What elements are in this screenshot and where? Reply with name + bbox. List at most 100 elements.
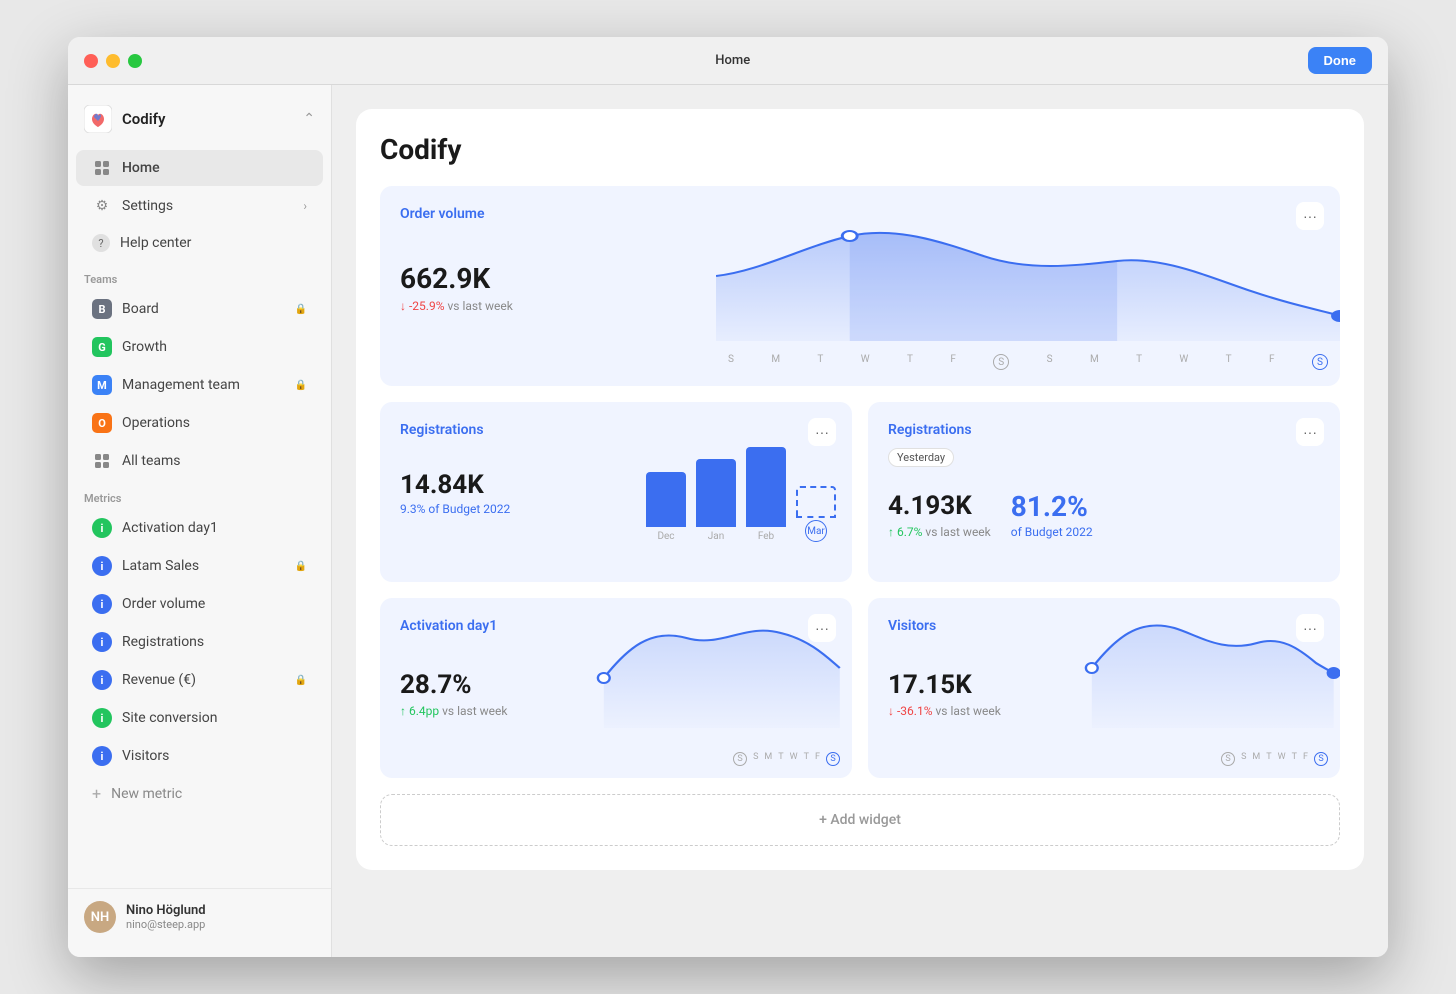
yesterday-tag: Yesterday bbox=[888, 448, 954, 467]
sidebar-item-settings[interactable]: ⚙ Settings › bbox=[76, 188, 323, 224]
sidebar-settings-label: Settings bbox=[122, 198, 303, 214]
user-profile[interactable]: NH Nino Höglund nino@steep.app bbox=[68, 888, 331, 945]
brand-name: Codify bbox=[122, 110, 303, 128]
widgets-grid: Order volume 662.9K ↓ -25.9% vs last wee… bbox=[380, 186, 1340, 846]
user-avatar: NH bbox=[84, 901, 116, 933]
site-conversion-metric-label: Site conversion bbox=[122, 710, 307, 726]
management-team-icon: M bbox=[92, 375, 112, 395]
metrics-section-header: Metrics bbox=[68, 480, 331, 509]
brand-selector[interactable]: Codify ⌃ bbox=[68, 97, 331, 141]
activation-widget: Activation day1 28.7% ↑ 6.4pp vs last we… bbox=[380, 598, 852, 778]
sidebar-metric-visitors[interactable]: i Visitors bbox=[76, 738, 323, 774]
management-team-label: Management team bbox=[122, 377, 291, 393]
page-title: Codify bbox=[380, 133, 1340, 166]
registrations-yesterday-title: Registrations bbox=[888, 422, 1320, 438]
sidebar-item-operations[interactable]: O Operations bbox=[76, 405, 323, 441]
sidebar-metric-site-conversion[interactable]: i Site conversion bbox=[76, 700, 323, 736]
settings-arrow-icon: › bbox=[303, 199, 307, 213]
bar-mar: Mar bbox=[796, 486, 836, 542]
sidebar: Codify ⌃ Home ⚙ Settings › bbox=[68, 85, 332, 957]
home-icon bbox=[92, 158, 112, 178]
minimize-button[interactable] bbox=[106, 54, 120, 68]
help-icon: ? bbox=[92, 234, 110, 252]
bar-dec: Dec bbox=[646, 472, 686, 542]
brand-logo bbox=[84, 105, 112, 133]
sidebar-metric-registrations[interactable]: i Registrations bbox=[76, 624, 323, 660]
visitors-metric-icon: i bbox=[92, 746, 112, 766]
brand-chevron-icon: ⌃ bbox=[303, 111, 315, 127]
revenue-lock-icon: 🔒 bbox=[295, 675, 307, 686]
sidebar-item-management[interactable]: M Management team 🔒 bbox=[76, 367, 323, 403]
dashboard-card: Codify Order volume 662.9K ↓ -25.9% vs l… bbox=[356, 109, 1364, 870]
sidebar-home-label: Home bbox=[122, 160, 307, 176]
activation-xaxis: S S M T W T F S bbox=[380, 752, 852, 766]
registrations-yesterday-widget: Registrations Yesterday 4.193K ↑ 6.7% vs… bbox=[868, 402, 1340, 582]
sidebar-item-board[interactable]: B Board 🔒 bbox=[76, 291, 323, 327]
bar-feb: Feb bbox=[746, 447, 786, 542]
middle-row: Registrations 14.84K 9.3% of Budget 2022… bbox=[380, 402, 1340, 582]
registrations-yesterday-menu-button[interactable]: ··· bbox=[1296, 418, 1324, 446]
user-info: Nino Höglund nino@steep.app bbox=[126, 903, 206, 931]
sidebar-help-label: Help center bbox=[120, 235, 307, 251]
board-team-icon: B bbox=[92, 299, 112, 319]
registrations-yesterday-budget: of Budget 2022 bbox=[1011, 525, 1093, 539]
sidebar-metric-activation[interactable]: i Activation day1 bbox=[76, 510, 323, 546]
bar-chart: Dec Jan Feb bbox=[646, 422, 836, 542]
operations-team-icon: O bbox=[92, 413, 112, 433]
activation-chart bbox=[592, 598, 852, 728]
operations-team-label: Operations bbox=[122, 415, 307, 431]
sidebar-metric-revenue[interactable]: i Revenue (€) 🔒 bbox=[76, 662, 323, 698]
new-metric-label: New metric bbox=[111, 786, 182, 802]
window-title: Home bbox=[158, 53, 1308, 68]
main-content: Codify Order volume 662.9K ↓ -25.9% vs l… bbox=[332, 85, 1388, 957]
maximize-button[interactable] bbox=[128, 54, 142, 68]
order-volume-chart bbox=[716, 186, 1340, 341]
latam-metric-icon: i bbox=[92, 556, 112, 576]
site-conversion-metric-icon: i bbox=[92, 708, 112, 728]
settings-icon: ⚙ bbox=[92, 196, 112, 216]
order-volume-metric-icon: i bbox=[92, 594, 112, 614]
close-button[interactable] bbox=[84, 54, 98, 68]
registrations-yesterday-value: 4.193K bbox=[888, 491, 991, 521]
sidebar-item-help[interactable]: ? Help center bbox=[76, 226, 323, 260]
bar-jan-bar bbox=[696, 459, 736, 527]
user-name: Nino Höglund bbox=[126, 903, 206, 918]
latam-lock-icon: 🔒 bbox=[295, 561, 307, 572]
registrations-metric-icon: i bbox=[92, 632, 112, 652]
board-lock-icon: 🔒 bbox=[295, 304, 307, 315]
growth-team-label: Growth bbox=[122, 339, 307, 355]
done-button[interactable]: Done bbox=[1308, 47, 1373, 74]
board-team-label: Board bbox=[122, 301, 291, 317]
sidebar-metric-order-volume[interactable]: i Order volume bbox=[76, 586, 323, 622]
sidebar-item-growth[interactable]: G Growth bbox=[76, 329, 323, 365]
all-teams-label: All teams bbox=[122, 453, 307, 469]
titlebar: Home Done bbox=[68, 37, 1388, 85]
growth-team-icon: G bbox=[92, 337, 112, 357]
registrations-yesterday-change: ↑ 6.7% vs last week bbox=[888, 525, 991, 539]
visitors-widget: Visitors 17.15K ↓ -36.1% vs last week ··… bbox=[868, 598, 1340, 778]
registrations-bar-widget: Registrations 14.84K 9.3% of Budget 2022… bbox=[380, 402, 852, 582]
new-metric-item[interactable]: + New metric bbox=[76, 776, 323, 811]
bottom-row: Activation day1 28.7% ↑ 6.4pp vs last we… bbox=[380, 598, 1340, 778]
order-volume-xaxis: S M T W T F S S M T W T F bbox=[716, 354, 1340, 370]
sidebar-item-all-teams[interactable]: All teams bbox=[76, 443, 323, 479]
plus-icon: + bbox=[92, 784, 101, 803]
sidebar-item-home[interactable]: Home bbox=[76, 150, 323, 186]
order-volume-metric-label: Order volume bbox=[122, 596, 307, 612]
bar-mar-bar bbox=[796, 486, 836, 518]
registrations-yesterday-values: 4.193K ↑ 6.7% vs last week 81.2% of Budg… bbox=[888, 483, 1320, 539]
app-window: Home Done Codify ⌃ bbox=[68, 37, 1388, 957]
teams-section-header: Teams bbox=[68, 261, 331, 290]
registrations-metric-label: Registrations bbox=[122, 634, 307, 650]
add-widget-button[interactable]: + Add widget bbox=[380, 794, 1340, 846]
bar-dec-bar bbox=[646, 472, 686, 527]
latam-metric-label: Latam Sales bbox=[122, 558, 291, 574]
management-lock-icon: 🔒 bbox=[295, 380, 307, 391]
all-teams-icon bbox=[92, 451, 112, 471]
sidebar-metric-latam[interactable]: i Latam Sales 🔒 bbox=[76, 548, 323, 584]
traffic-lights bbox=[84, 54, 142, 68]
visitors-metric-label: Visitors bbox=[122, 748, 307, 764]
revenue-metric-icon: i bbox=[92, 670, 112, 690]
order-volume-widget: Order volume 662.9K ↓ -25.9% vs last wee… bbox=[380, 186, 1340, 386]
user-email: nino@steep.app bbox=[126, 918, 206, 931]
